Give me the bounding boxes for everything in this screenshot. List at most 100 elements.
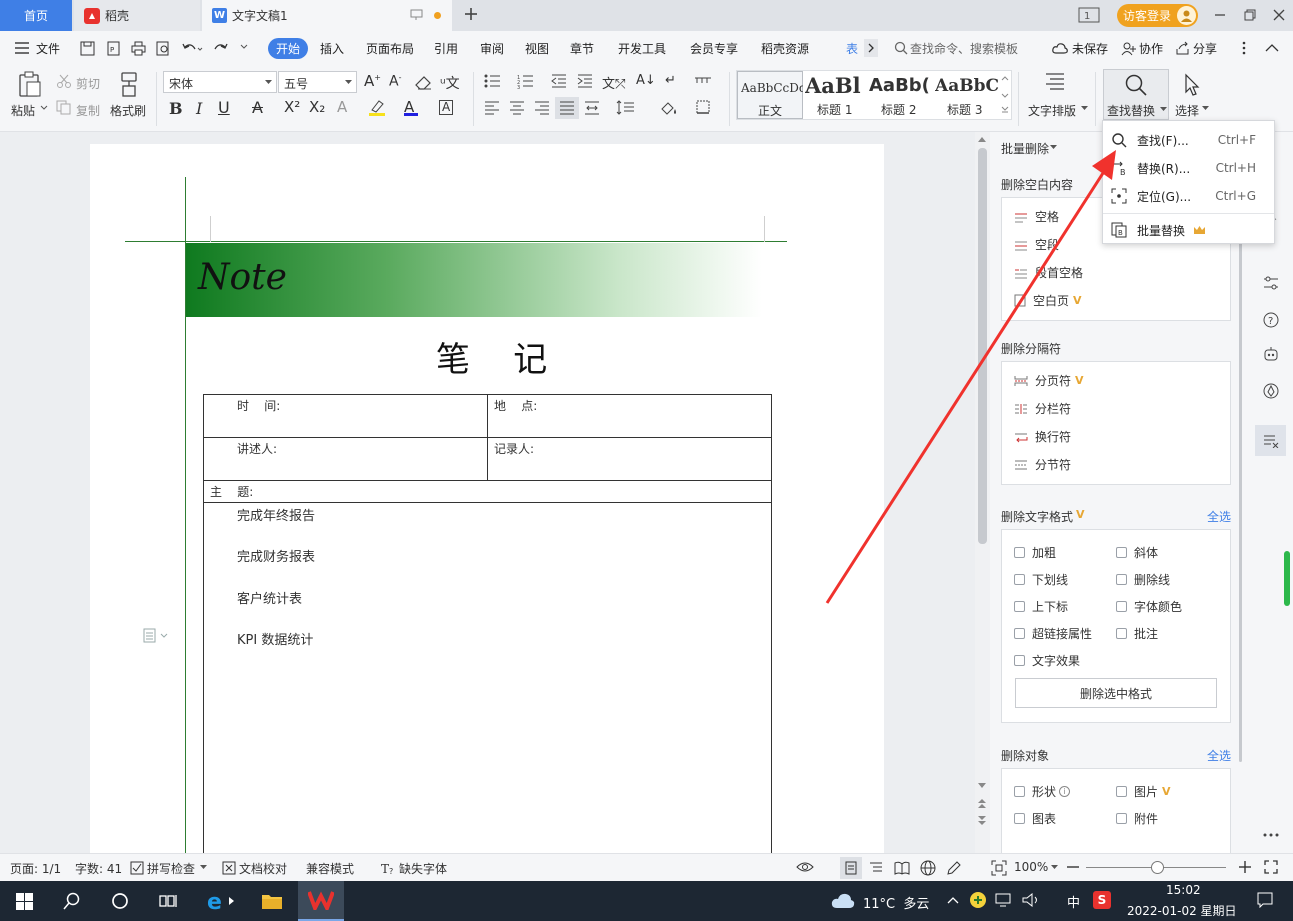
menu-developer[interactable]: 开发工具 [618,40,666,57]
document-page[interactable]: Note 笔 记 时 间: 地 点: 讲述人: 记录人: 主 题: 完成年终报告… [90,144,884,872]
format-hyperlink-checkbox[interactable]: 超链接属性 [1014,625,1092,642]
unsaved-button[interactable]: 未保存 [1072,40,1108,57]
recorder-label[interactable]: 记录人: [494,440,534,457]
text-layout-icon[interactable] [1044,71,1066,95]
weather-text[interactable]: 11°C 多云 [863,893,929,912]
file-explorer-icon[interactable] [250,881,294,921]
fullscreen-icon[interactable] [1264,860,1278,874]
help-icon[interactable]: ? [1263,312,1279,328]
distributed-icon[interactable] [584,101,600,115]
guest-login-button[interactable]: 访客登录 [1117,4,1198,27]
page-count-icon[interactable]: 1 [1078,7,1100,23]
align-right-icon[interactable] [534,101,550,115]
zoom-slider-thumb[interactable] [1151,861,1164,874]
chevron-down-icon[interactable] [1051,865,1058,870]
tab-daoke[interactable]: 稻壳 [74,0,200,31]
highlight-icon[interactable] [368,99,386,116]
font-size-select[interactable]: 五号 [278,71,357,93]
fit-page-icon[interactable] [991,860,1007,876]
undo-icon[interactable] [181,41,203,56]
font-color-icon[interactable]: A [404,98,418,116]
font-name-select[interactable]: 宋体 [163,71,277,93]
clear-format-icon[interactable] [415,75,432,90]
select-button[interactable]: 选择 [1175,102,1199,119]
new-tab-plus-icon[interactable] [462,5,480,23]
paste-icon[interactable] [17,71,41,97]
char-border-icon[interactable]: A [439,100,454,115]
robot-icon[interactable] [1263,346,1279,362]
minimize-icon[interactable] [1213,8,1227,22]
menu-more-arrow-icon[interactable] [864,39,878,57]
eye-protection-icon[interactable] [796,860,814,874]
style-gallery-scroll-icon[interactable] [1000,74,1010,116]
cut-button[interactable]: 剪切 [76,75,100,92]
underline-icon[interactable]: U [218,98,230,117]
zoom-in-icon[interactable] [1238,860,1252,874]
hamburger-icon[interactable] [15,42,29,54]
menu-table[interactable]: 表 [846,40,858,57]
monitor-icon[interactable] [410,9,423,21]
paste-dropdown-icon[interactable] [40,105,48,111]
format-select-all-link[interactable]: 全选 [1207,508,1231,525]
italic-icon[interactable]: I [196,99,202,118]
line-spacing-icon[interactable] [616,100,638,115]
menu-references[interactable]: 引用 [434,40,458,57]
bullet-list-icon[interactable] [484,74,506,89]
share-button[interactable]: 分享 [1193,40,1217,57]
page-indicator[interactable]: 页面: 1/1 [10,860,61,877]
style-heading-3[interactable]: AaBbC 标题 3 [935,71,1001,119]
justify-icon[interactable] [555,97,579,119]
text-effect-icon[interactable]: A [337,98,347,116]
spell-check-button[interactable]: 拼写检查 [147,860,195,877]
superscript-icon[interactable]: X² [284,98,300,116]
redo-icon[interactable] [214,41,229,56]
menu-insert[interactable]: 插入 [320,40,344,57]
increase-indent-icon[interactable] [577,74,593,89]
menu-file[interactable]: 文件 [36,40,60,57]
notification-icon[interactable] [1257,892,1273,908]
cortana-icon[interactable] [98,881,142,921]
chinese-layout-icon[interactable]: 文⤱ [602,73,625,92]
note-item[interactable]: 客户统计表 [237,588,302,607]
objects-select-all-link[interactable]: 全选 [1207,747,1231,764]
tab-stops-icon[interactable] [694,74,712,88]
network-icon[interactable] [995,893,1013,907]
clock-date[interactable]: 2022-01-02 星期日 [1127,902,1237,919]
decrease-indent-icon[interactable] [551,74,567,89]
reading-view-icon[interactable] [894,861,910,875]
grow-font-icon[interactable]: A+ [364,72,381,90]
export-pdf-icon[interactable]: P [106,41,121,56]
ime-indicator[interactable]: 中 [1067,892,1080,911]
shading-icon[interactable] [660,100,682,115]
borders-icon[interactable] [696,100,716,115]
copy-button[interactable]: 复制 [76,102,100,119]
tab-home[interactable]: 首页 [0,0,72,31]
batch-delete-active-icon[interactable] [1255,425,1286,456]
paragraph-handle-icon[interactable] [143,628,169,643]
more-horizontal-icon[interactable] [1263,833,1279,837]
delete-selected-format-button[interactable]: 删除选中格式 [1015,678,1217,708]
menu-sections[interactable]: 章节 [570,40,594,57]
text-layout-dropdown-icon[interactable] [1081,106,1088,111]
subject-label[interactable]: 主 题: [210,483,253,500]
zoom-out-icon[interactable] [1066,860,1080,874]
prev-page-icon[interactable] [978,799,986,809]
clock-time[interactable]: 15:02 [1166,883,1201,897]
collaborate-button[interactable]: 协作 [1139,40,1163,57]
sogou-ime-icon[interactable]: S [1093,891,1111,909]
object-charts-checkbox[interactable]: 图表 [1014,810,1056,827]
collapse-ribbon-icon[interactable] [1265,43,1279,52]
more-vertical-icon[interactable] [1242,41,1246,55]
zoom-level[interactable]: 100% [1014,860,1048,874]
speaker-label[interactable]: 讲述人: [237,440,277,457]
print-icon[interactable] [131,41,146,56]
restore-icon[interactable] [1243,8,1257,22]
style-heading-1[interactable]: AaBl 标题 1 [803,71,869,119]
menu-page-layout[interactable]: 页面布局 [366,40,414,57]
close-icon[interactable] [1272,8,1286,22]
shrink-font-icon[interactable]: A- [389,73,401,90]
proofread-button[interactable]: 文档校对 [239,860,287,877]
text-direction-icon[interactable]: A↓ [636,73,656,88]
scroll-down-icon[interactable] [978,783,986,789]
object-images-checkbox[interactable]: 图片 V [1116,783,1171,800]
